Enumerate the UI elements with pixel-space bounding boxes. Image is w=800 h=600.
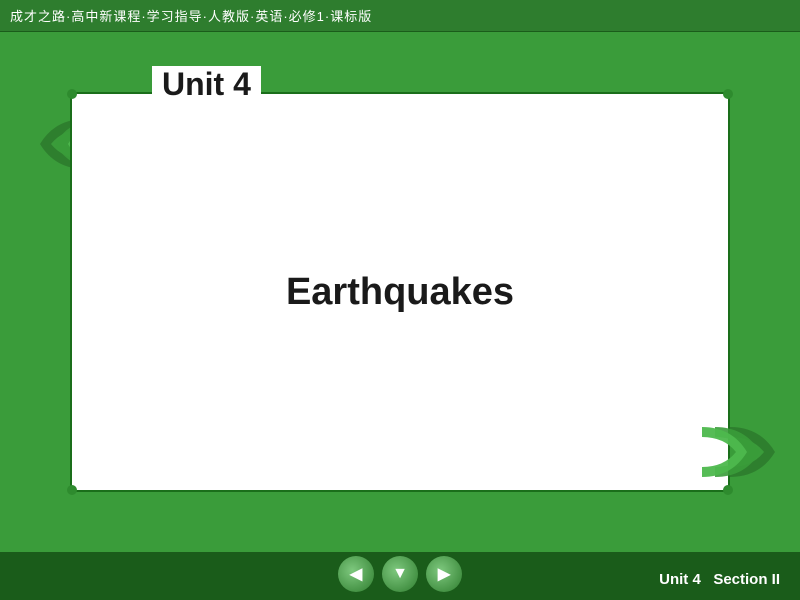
corner-dot-tl [67,89,77,99]
header-bar: 成才之路·高中新课程·学习指导·人教版·英语·必修1·课标版 [0,0,800,32]
bottom-unit-text: Unit 4 [659,571,701,588]
corner-dot-bl [67,485,77,495]
main-content: Unit 4 Earthquakes [0,32,800,552]
card-main-title: Earthquakes [286,271,514,314]
header-title: 成才之路·高中新课程·学习指导·人教版·英语·必修1·课标版 [10,6,372,25]
home-button[interactable]: ▼ [382,556,418,592]
bottom-nav-label: Unit 4 Section II [659,571,780,588]
bottom-section-text: Section II [713,571,780,588]
next-button[interactable]: ▶ [426,556,462,592]
white-card: Unit 4 Earthquakes [70,92,730,492]
corner-dot-tr [723,89,733,99]
unit-label: Unit 4 [152,66,261,103]
nav-buttons: ◀ ▼ ▶ [338,556,462,592]
prev-button[interactable]: ◀ [338,556,374,592]
right-decoration [700,422,790,487]
bottom-bar: ◀ ▼ ▶ Unit 4 Section II [0,552,800,600]
